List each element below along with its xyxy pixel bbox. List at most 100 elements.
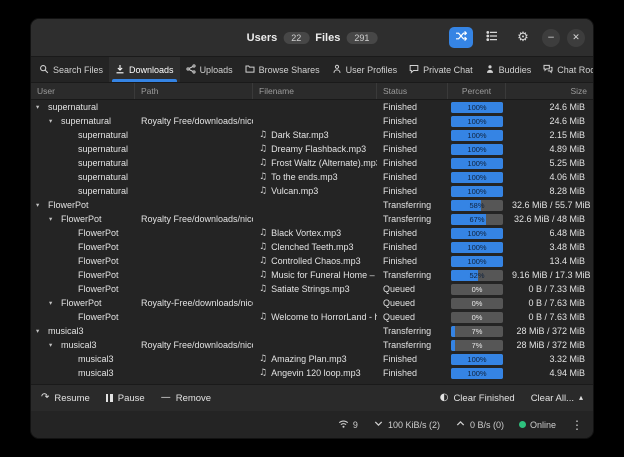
table-row[interactable]: musical3♫Angevin 120 loop.mp3Finished100… — [31, 366, 593, 380]
user-cell: ▾FlowerPot — [31, 214, 135, 224]
filename-cell: ♫Clenched Teeth.mp3 — [253, 242, 377, 252]
remove-button[interactable]: — Remove — [161, 393, 211, 404]
clear-finished-button[interactable]: ◐ Clear Finished — [440, 393, 515, 404]
user-name: FlowerPot — [61, 214, 102, 224]
user-cell: supernatural — [31, 158, 135, 168]
resume-button[interactable]: ↷ Resume — [41, 393, 90, 404]
table-row[interactable]: ▾FlowerPotRoyalty-Free/downloads/nicotiQ… — [31, 296, 593, 310]
percent-cell: 100% — [448, 130, 506, 141]
close-button[interactable]: ✕ — [567, 29, 585, 47]
table-row[interactable]: supernatural♫Frost Waltz (Alternate).mp3… — [31, 156, 593, 170]
user-name: FlowerPot — [61, 298, 102, 308]
header-summary: Users 22 Files 291 — [247, 32, 378, 44]
table-row[interactable]: musical3♫Amazing Plan.mp3Finished100%3.3… — [31, 352, 593, 366]
column-header-size[interactable]: Size — [506, 83, 593, 99]
tab-uploads[interactable]: Uploads — [180, 57, 239, 82]
app-window: Users 22 Files 291 — [30, 18, 594, 439]
status-menu-button[interactable]: ⋮ — [571, 418, 583, 432]
user-name: supernatural — [78, 130, 128, 140]
status-cell: Queued — [377, 298, 448, 308]
progress-label: 67% — [451, 214, 503, 225]
tab-search-files[interactable]: Search Files — [33, 57, 109, 82]
table-row[interactable]: FlowerPot♫Welcome to HorrorLand - hi.mp3… — [31, 310, 593, 324]
status-cell: Finished — [377, 354, 448, 364]
filename-cell: ♫Vulcan.mp3 — [253, 186, 377, 196]
filename-text: Clenched Teeth.mp3 — [271, 242, 353, 252]
status-cell: Finished — [377, 186, 448, 196]
expander-icon[interactable]: ▾ — [49, 299, 58, 307]
expander-icon[interactable]: ▾ — [49, 117, 58, 125]
progress-bar: 100% — [451, 102, 503, 113]
preferences-button[interactable]: ⚙ — [511, 27, 535, 48]
connect-toggle-button[interactable] — [449, 27, 473, 48]
table-row[interactable]: supernatural♫To the ends.mp3Finished100%… — [31, 170, 593, 184]
status-cell: Finished — [377, 228, 448, 238]
expander-icon[interactable]: ▾ — [36, 103, 45, 111]
column-header-percent[interactable]: Percent — [448, 83, 506, 99]
percent-cell: 0% — [448, 298, 506, 309]
size-cell: 32.6 MiB / 48 MiB — [506, 214, 593, 224]
status-cell: Finished — [377, 144, 448, 154]
gear-icon: ⚙ — [517, 30, 529, 45]
table-row[interactable]: ▾FlowerPotTransferring58%32.6 MiB / 55.7… — [31, 198, 593, 212]
expander-icon[interactable]: ▾ — [49, 215, 58, 223]
table-row[interactable]: FlowerPot♫Controlled Chaos.mp3Finished10… — [31, 254, 593, 268]
pause-button[interactable]: Pause — [106, 393, 145, 404]
percent-cell: 100% — [448, 228, 506, 239]
filename-text: Welcome to HorrorLand - hi.mp3 — [271, 312, 377, 322]
music-note-icon: ♫ — [259, 144, 267, 154]
table-row[interactable]: supernatural♫Dreamy Flashback.mp3Finishe… — [31, 142, 593, 156]
user-cell: supernatural — [31, 172, 135, 182]
tab-buddies[interactable]: Buddies — [479, 57, 538, 82]
column-header-filename[interactable]: Filename — [253, 83, 377, 99]
expander-icon[interactable]: ▾ — [36, 327, 45, 335]
tab-browse-shares[interactable]: Browse Shares — [239, 57, 326, 82]
status-cell: Finished — [377, 158, 448, 168]
tab-chat-rooms[interactable]: Chat Rooms — [537, 57, 594, 82]
table-row[interactable]: ▾musical3Royalty Free/downloads/nicotiTr… — [31, 338, 593, 352]
upload-speed[interactable]: 0 B/s (0) — [455, 418, 504, 431]
download-speed[interactable]: 100 KiB/s (2) — [373, 418, 440, 431]
progress-bar: 100% — [451, 256, 503, 267]
filename-cell: ♫Music for Funeral Home – Part T — [253, 270, 377, 280]
filename-text: Dreamy Flashback.mp3 — [271, 144, 366, 154]
expander-icon[interactable]: ▾ — [36, 201, 45, 209]
clear-all-button[interactable]: Clear All... ▴ — [531, 393, 583, 404]
status-cell: Finished — [377, 130, 448, 140]
user-name: supernatural — [61, 116, 111, 126]
minimize-button[interactable]: − — [542, 29, 560, 47]
connection-quality[interactable]: 9 — [338, 418, 358, 431]
table-row[interactable]: ▾FlowerPotRoyalty Free/downloads/nicotiT… — [31, 212, 593, 226]
expander-icon[interactable]: ▾ — [49, 341, 58, 349]
chat-rooms-icon — [543, 64, 553, 76]
online-dot-icon — [519, 421, 526, 428]
progress-bar: 0% — [451, 284, 503, 295]
log-view-toggle-button[interactable] — [480, 27, 504, 48]
tab-user-profiles[interactable]: User Profiles — [326, 57, 404, 82]
tab-private-chat[interactable]: Private Chat — [403, 57, 479, 82]
column-header-user[interactable]: User — [31, 83, 135, 99]
table-row[interactable]: FlowerPot♫Music for Funeral Home – Part … — [31, 268, 593, 282]
music-note-icon: ♫ — [259, 312, 267, 322]
table-row[interactable]: FlowerPot♫Clenched Teeth.mp3Finished100%… — [31, 240, 593, 254]
clear-finished-icon: ◐ — [440, 393, 449, 403]
table-row[interactable]: supernatural♫Vulcan.mp3Finished100%8.28 … — [31, 184, 593, 198]
progress-label: 100% — [451, 186, 503, 197]
filename-cell: ♫Amazing Plan.mp3 — [253, 354, 377, 364]
table-row[interactable]: FlowerPot♫Satiate Strings.mp3Queued0%0 B… — [31, 282, 593, 296]
filename-cell: ♫Black Vortex.mp3 — [253, 228, 377, 238]
table-row[interactable]: ▾supernaturalRoyalty Free/downloads/nico… — [31, 114, 593, 128]
tab-downloads[interactable]: Downloads — [109, 57, 180, 82]
online-status[interactable]: Online — [519, 420, 556, 430]
table-row[interactable]: ▾musical3Transferring7%28 MiB / 372 MiB — [31, 324, 593, 338]
table-row[interactable]: supernatural♫Dark Star.mp3Finished100%2.… — [31, 128, 593, 142]
user-name: FlowerPot — [78, 256, 119, 266]
table-row[interactable]: FlowerPot♫Black Vortex.mp3Finished100%6.… — [31, 226, 593, 240]
table-row[interactable]: ▾supernaturalFinished100%24.6 MiB — [31, 100, 593, 114]
column-header-status[interactable]: Status — [377, 83, 448, 99]
status-cell: Queued — [377, 312, 448, 322]
progress-bar: 7% — [451, 340, 503, 351]
progress-bar: 100% — [451, 354, 503, 365]
column-header-path[interactable]: Path — [135, 83, 253, 99]
column-header-row: User Path Filename Status Percent Size — [31, 83, 593, 100]
